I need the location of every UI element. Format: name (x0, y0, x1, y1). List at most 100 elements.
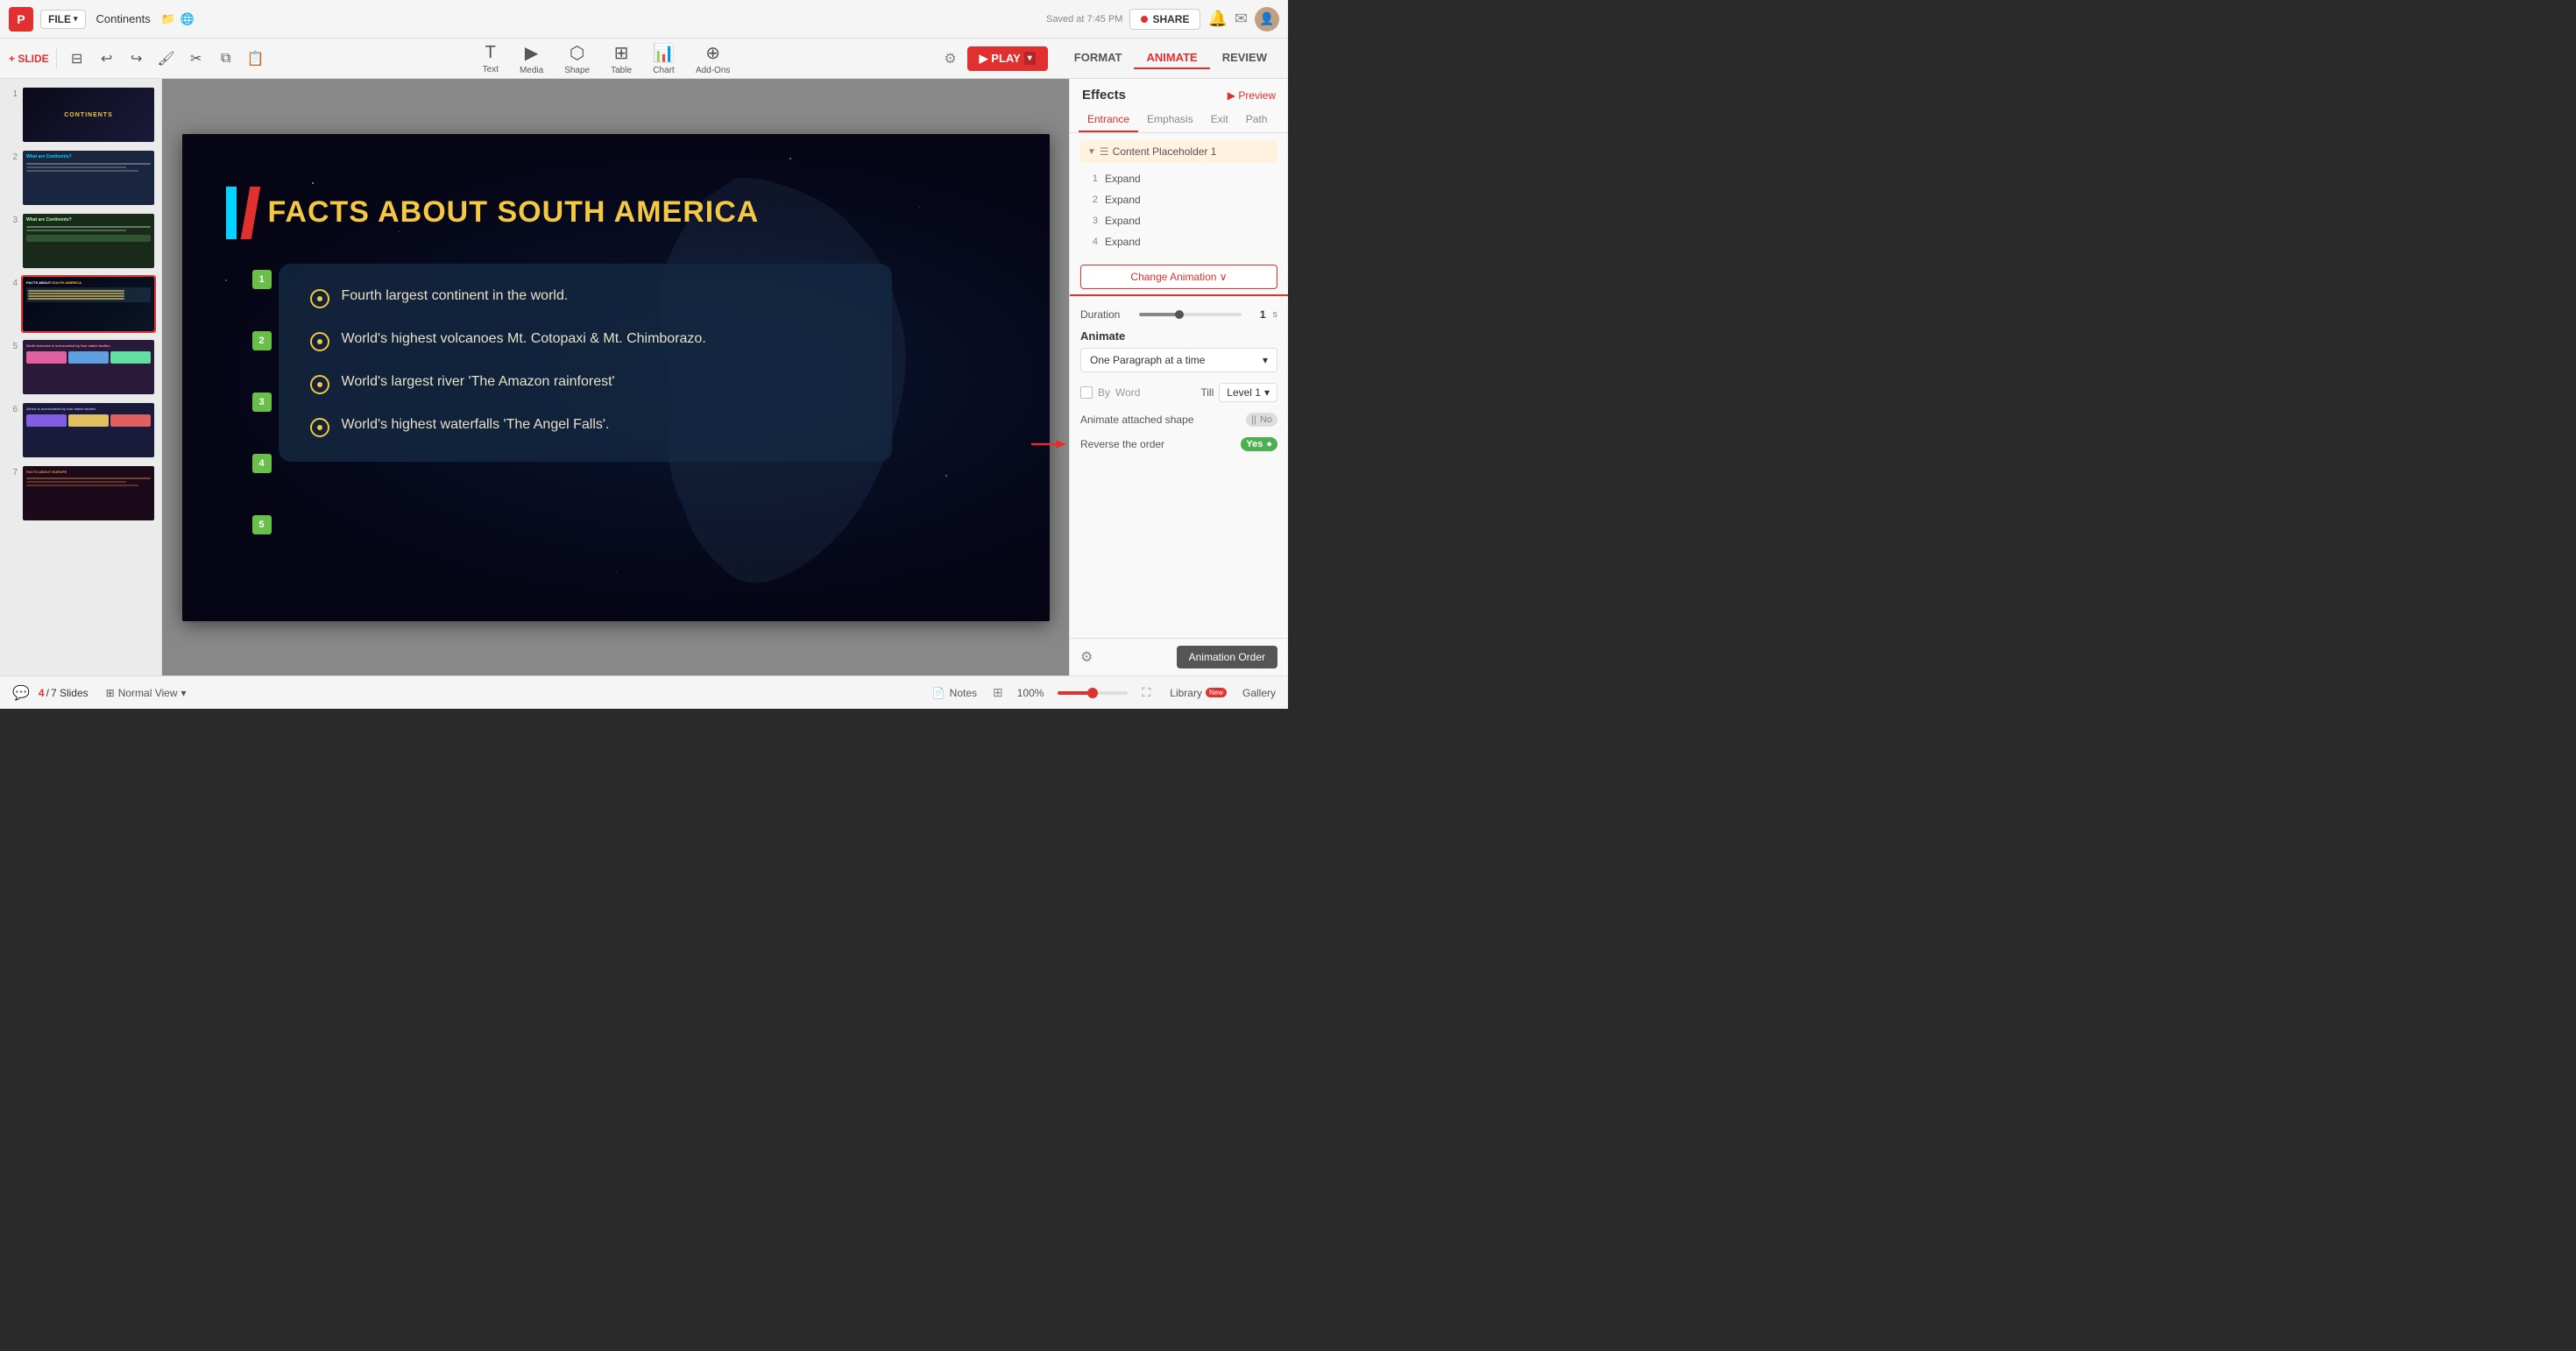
slide-thumb-6[interactable]: 6 Africa is surrounded by four water bod… (5, 401, 156, 459)
canvas-area[interactable]: FACTS ABOUT SOUTH AMERICA 1 2 3 4 5 Four… (162, 79, 1069, 676)
view-selector[interactable]: ⊞ Normal View ▾ (106, 687, 187, 699)
undo-button[interactable]: ↩ (94, 46, 120, 72)
right-panel-tabs: FORMAT ANIMATE REVIEW (1062, 47, 1279, 69)
preview-button[interactable]: ▶ Preview (1228, 89, 1276, 102)
tab-exit[interactable]: Exit (1202, 108, 1237, 132)
animation-list: ▼ ☰ Content Placeholder 1 1 Expand 2 Exp… (1070, 133, 1288, 259)
effects-title: Effects (1082, 88, 1126, 103)
doc-icons: 📁 🌐 (161, 12, 195, 26)
tab-path[interactable]: Path (1237, 108, 1277, 132)
tool-text[interactable]: T Text (474, 39, 507, 78)
tool-table[interactable]: ⊞ Table (602, 39, 640, 79)
file-menu-button[interactable]: FILE ▾ (40, 10, 86, 29)
slide-thumb-5[interactable]: 5 North America is surrounded by four wa… (5, 338, 156, 396)
tab-emphasis[interactable]: Emphasis (1138, 108, 1202, 132)
copy-button[interactable]: ⧉ (213, 46, 239, 72)
placeholder-icon: ☰ (1100, 145, 1109, 158)
play-chevron-icon: ▾ (1024, 52, 1036, 65)
anim-item-2[interactable]: 2 Expand (1080, 189, 1277, 210)
till-chevron-icon: ▾ (1264, 386, 1270, 399)
duration-row: Duration 1 s (1070, 305, 1288, 324)
anim-item-3[interactable]: 3 Expand (1080, 210, 1277, 231)
anim-item-4[interactable]: 4 Expand (1080, 231, 1277, 252)
notifications-icon[interactable]: 🔔 (1207, 10, 1227, 28)
content-box: Fourth largest continent in the world. W… (279, 264, 892, 462)
fact-circle-3 (310, 375, 329, 394)
format-painter-button[interactable]: 🖌 (153, 46, 180, 72)
number-badges: 1 2 3 4 5 (252, 270, 272, 534)
bottom-panel-row: ⚙ Animation Order (1070, 638, 1288, 676)
library-button[interactable]: Library New (1170, 687, 1227, 699)
effects-header: Effects ▶ Preview (1070, 79, 1288, 108)
badge-1: 1 (252, 270, 272, 289)
by-label: By (1098, 386, 1110, 399)
slide-title: FACTS ABOUT SOUTH AMERICA (268, 195, 760, 230)
content-placeholder-header[interactable]: ▼ ☰ Content Placeholder 1 (1080, 140, 1277, 163)
duration-slider[interactable] (1139, 313, 1242, 316)
share-button[interactable]: SHARE (1129, 9, 1200, 30)
slide-thumb-7[interactable]: 7 FACTS ABOUT EUROPE (5, 464, 156, 522)
chat-icon[interactable]: 💬 (12, 684, 30, 702)
toggle-no-icon: || (1251, 414, 1256, 425)
by-row: By Word Till Level 1 ▾ (1070, 378, 1288, 407)
tab-review[interactable]: REVIEW (1210, 47, 1279, 69)
text-icon: T (485, 43, 496, 63)
animate-dropdown[interactable]: One Paragraph at a time ▾ (1080, 348, 1277, 372)
tab-format[interactable]: FORMAT (1062, 47, 1135, 69)
fact-item-4: World's highest waterfalls 'The Angel Fa… (310, 417, 860, 437)
slide-header: FACTS ABOUT SOUTH AMERICA (226, 187, 760, 239)
user-avatar[interactable]: 👤 (1255, 7, 1279, 32)
slide-thumb-4[interactable]: 4 FACTS ABOUT SOUTH AMERICA (5, 275, 156, 333)
settings-icon[interactable]: ⚙ (944, 50, 956, 67)
word-label: Word (1115, 386, 1140, 399)
tool-shape[interactable]: ⬡ Shape (556, 39, 598, 79)
badge-4: 4 (252, 454, 272, 473)
mail-icon[interactable]: ✉ (1235, 10, 1248, 28)
tab-entrance[interactable]: Entrance (1079, 108, 1138, 132)
cut-button[interactable]: ✂ (183, 46, 209, 72)
tool-addons[interactable]: ⊕ Add-Ons (687, 39, 739, 79)
tab-animate[interactable]: ANIMATE (1134, 47, 1209, 69)
effect-tabs: Entrance Emphasis Exit Path (1070, 108, 1288, 133)
add-slide-button[interactable]: + SLIDE (9, 53, 49, 65)
change-animation-button[interactable]: Change Animation ∨ (1080, 265, 1277, 289)
play-button[interactable]: ▶ PLAY ▾ (967, 46, 1048, 71)
attached-shape-toggle[interactable]: || No (1246, 413, 1277, 427)
view-chevron-icon: ▾ (181, 687, 187, 699)
badge-3: 3 (252, 393, 272, 412)
animate-section: Animate One Paragraph at a time ▾ (1070, 324, 1288, 378)
fact-item-2: World's highest volcanoes Mt. Cotopaxi &… (310, 331, 860, 351)
slide-canvas: FACTS ABOUT SOUTH AMERICA 1 2 3 4 5 Four… (182, 134, 1050, 621)
tool-chart[interactable]: 📊 Chart (644, 39, 683, 79)
gallery-button[interactable]: Gallery (1242, 687, 1276, 699)
fact-circle-4 (310, 418, 329, 437)
fact-item-3: World's largest river 'The Amazon rainfo… (310, 374, 860, 394)
anim-item-1[interactable]: 1 Expand (1080, 168, 1277, 189)
by-checkbox[interactable] (1080, 386, 1093, 399)
slide-thumb-2[interactable]: 2 What are Continents? (5, 149, 156, 207)
animation-order-button[interactable]: Animation Order (1177, 646, 1277, 668)
app-logo: P (9, 7, 33, 32)
library-new-badge: New (1206, 688, 1227, 697)
paste-button[interactable]: 📋 (243, 46, 269, 72)
fullscreen-icon[interactable]: ⛶ (1142, 685, 1150, 700)
shape-icon: ⬡ (570, 42, 584, 64)
slide-panel: 1 CONTINENTS 2 What are Continents? 3 (0, 79, 162, 676)
notes-button[interactable]: 📄 Notes (932, 687, 977, 699)
save-status: Saved at 7:45 PM (1046, 14, 1122, 25)
fact-circle-1 (310, 289, 329, 308)
grid-view-icon[interactable]: ⊞ (993, 685, 1003, 700)
tool-media[interactable]: ▶ Media (511, 39, 552, 79)
layout-icon[interactable]: ⊟ (64, 46, 90, 72)
redo-button[interactable]: ↪ (124, 46, 150, 72)
slide-thumb-3[interactable]: 3 What are Continents? (5, 212, 156, 270)
slide-thumb-1[interactable]: 1 CONTINENTS (5, 86, 156, 144)
till-dropdown[interactable]: Level 1 ▾ (1219, 383, 1277, 402)
table-icon: ⊞ (614, 42, 629, 64)
zoom-thumb (1087, 688, 1098, 698)
zoom-slider[interactable] (1058, 691, 1128, 695)
animation-settings-icon[interactable]: ⚙ (1080, 648, 1093, 666)
grid-icon: ⊞ (106, 687, 115, 699)
media-icon: ▶ (525, 42, 538, 64)
reverse-order-toggle[interactable]: Yes ● (1241, 437, 1277, 451)
